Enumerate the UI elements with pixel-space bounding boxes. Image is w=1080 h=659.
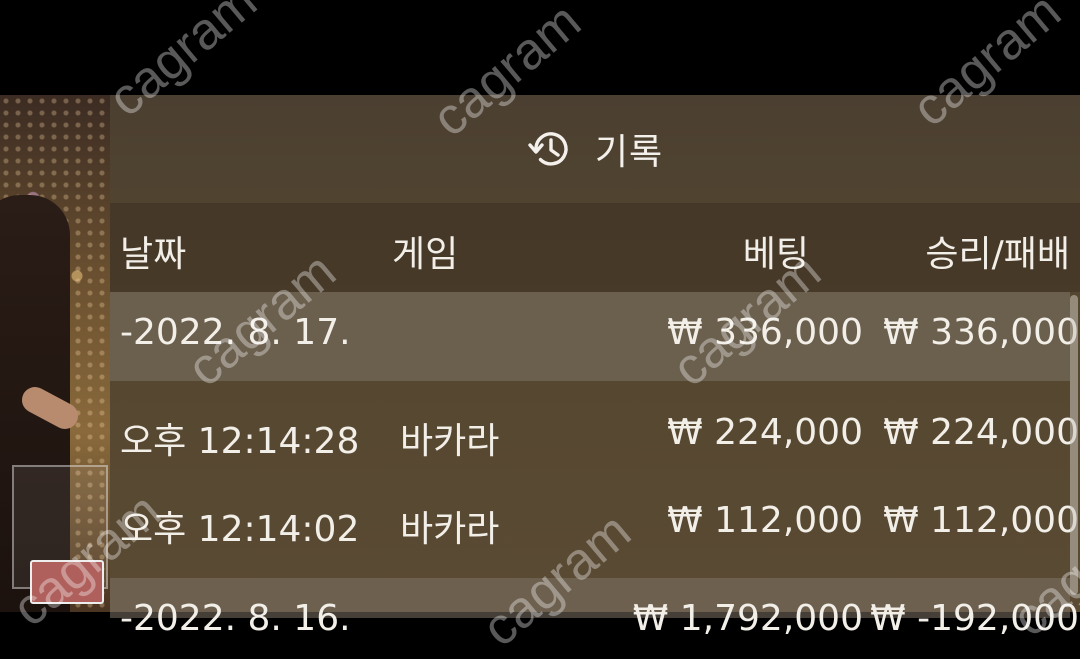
row-game: 바카라 xyxy=(400,509,500,550)
column-header-bet[interactable]: 베팅 xyxy=(743,225,809,277)
row-result: ₩ -192,000 xyxy=(870,598,1079,639)
row-bet: ₩ 336,000 xyxy=(667,312,863,353)
row-result: ₩ 336,000 xyxy=(883,312,1079,353)
row-bet: ₩ 112,000 xyxy=(667,500,863,541)
scrollbar[interactable] xyxy=(1070,295,1078,595)
card-stack xyxy=(30,560,104,604)
live-video-feed xyxy=(0,95,110,612)
row-bet: ₩ 224,000 xyxy=(667,412,863,453)
row-time: 오후 12:14:28 xyxy=(120,421,360,462)
row-result: ₩ 112,000 xyxy=(883,500,1079,541)
row-date: -2022. 8. 16. xyxy=(120,598,351,639)
row-game: 바카라 xyxy=(400,421,500,462)
table-row[interactable]: 오후 12:14:28 바카라 ₩ 224,000 ₩ 224,000 xyxy=(110,392,1079,481)
history-header: 기록 xyxy=(110,95,1080,203)
row-bet: ₩ 1,792,000 xyxy=(632,598,863,639)
date-group-row[interactable]: -2022. 8. 17. ₩ 336,000 ₩ 336,000 xyxy=(110,292,1079,381)
top-bar xyxy=(0,0,1080,95)
row-result: ₩ 224,000 xyxy=(883,412,1079,453)
row-time: 오후 12:14:02 xyxy=(120,509,360,550)
page-title: 기록 xyxy=(594,132,664,173)
row-date: -2022. 8. 17. xyxy=(120,312,351,353)
history-icon xyxy=(527,126,573,172)
column-header-result[interactable]: 승리/패배 xyxy=(925,225,1070,277)
history-panel: 기록 날짜 게임 베팅 승리/패배 -2022. 8. 17. ₩ 336,00… xyxy=(110,95,1080,639)
table-row[interactable]: 오후 12:14:02 바카라 ₩ 112,000 ₩ 112,000 xyxy=(110,480,1079,569)
table-header: 날짜 게임 베팅 승리/패배 xyxy=(110,203,1080,292)
column-header-game[interactable]: 게임 xyxy=(392,225,458,277)
column-header-date[interactable]: 날짜 xyxy=(120,225,186,277)
date-group-row[interactable]: -2022. 8. 16. ₩ 1,792,000 ₩ -192,000 xyxy=(110,578,1079,639)
